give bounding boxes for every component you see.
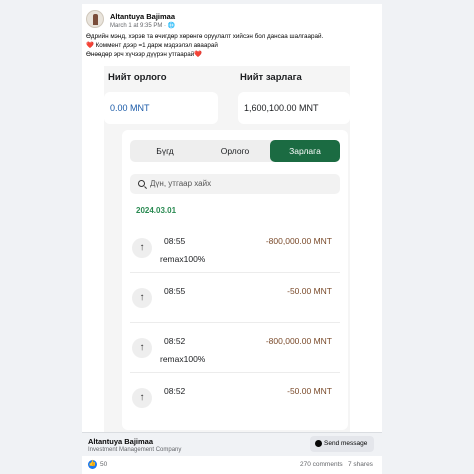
expense-label: Нийт зарлага xyxy=(240,72,302,83)
post-timestamp[interactable]: March 1 at 9:35 PM · 🌐 xyxy=(110,22,175,29)
arrow-up-icon: ↑ xyxy=(132,388,152,408)
tab-expense[interactable]: Зарлага xyxy=(270,140,340,162)
comment-count[interactable]: 270 comments xyxy=(300,461,343,468)
author-avatar[interactable] xyxy=(86,10,104,28)
bank-app-screenshot[interactable]: Нийт орлого Нийт зарлага 0.00 MNT 1,600,… xyxy=(104,66,350,432)
divider xyxy=(130,372,340,373)
transaction-amount: -800,000.00 MNT xyxy=(265,236,332,246)
send-message-label: Send message xyxy=(324,440,368,447)
transaction-note: remax100% xyxy=(160,354,206,364)
share-count[interactable]: 7 shares xyxy=(348,461,373,468)
transaction-row[interactable]: ↑ 08:52 -800,000.00 MNT remax100% xyxy=(130,332,340,382)
like-count[interactable]: 50 xyxy=(100,461,107,468)
filter-tabs: Бүгд Орлого Зарлага xyxy=(130,140,340,162)
page-footer: Altantuya Bajimaa Investment Management … xyxy=(82,432,382,456)
transaction-row[interactable]: ↑ 08:55 -50.00 MNT xyxy=(130,282,340,332)
transaction-time: 08:52 xyxy=(164,386,186,396)
transaction-time: 08:52 xyxy=(164,336,186,346)
arrow-up-icon: ↑ xyxy=(132,238,152,258)
post-caption: Өдрийн мэнд, хэрэв та өчигдөр хөрөнгө ор… xyxy=(86,32,378,59)
transaction-time: 08:55 xyxy=(164,236,186,246)
transaction-row[interactable]: ↑ 08:55 -800,000.00 MNT remax100% xyxy=(130,232,340,282)
tab-all[interactable]: Бүгд xyxy=(130,140,200,162)
search-placeholder: Дүн, утгаар хайх xyxy=(150,179,212,188)
company-name[interactable]: Altantuya Bajimaa xyxy=(88,437,153,446)
transactions-panel: Бүгд Орлого Зарлага Дүн, утгаар хайх 202… xyxy=(122,130,348,430)
date-header: 2024.03.01 xyxy=(136,206,177,215)
facebook-post: Altantuya Bajimaa March 1 at 9:35 PM · 🌐… xyxy=(82,4,382,474)
arrow-up-icon: ↑ xyxy=(132,288,152,308)
income-value: 0.00 MNT xyxy=(104,92,218,124)
transaction-amount: -800,000.00 MNT xyxy=(265,336,332,346)
transaction-row[interactable]: ↑ 08:52 -50.00 MNT xyxy=(130,382,340,430)
divider xyxy=(130,322,340,323)
transaction-amount: -50.00 MNT xyxy=(287,386,332,396)
divider xyxy=(130,272,340,273)
post-header: Altantuya Bajimaa March 1 at 9:35 PM · 🌐 xyxy=(86,8,376,32)
expense-value: 1,600,100.00 MNT xyxy=(238,92,350,124)
transaction-note: remax100% xyxy=(160,254,206,264)
caption-line: Өнөөдөр эрч хүчээр дүүрэн утгаарай❤️ xyxy=(86,51,203,58)
company-subtitle: Investment Management Company xyxy=(88,447,182,453)
send-message-button[interactable]: Send message xyxy=(310,436,374,452)
tab-income[interactable]: Орлого xyxy=(200,140,270,162)
search-input[interactable]: Дүн, утгаар хайх xyxy=(130,174,340,194)
transaction-amount: -50.00 MNT xyxy=(287,286,332,296)
messenger-icon xyxy=(315,440,322,447)
income-label: Нийт орлого xyxy=(108,72,167,83)
transaction-time: 08:55 xyxy=(164,286,186,296)
author-name[interactable]: Altantuya Bajimaa xyxy=(110,12,175,21)
arrow-up-icon: ↑ xyxy=(132,338,152,358)
reaction-bar: 👍 50 270 comments 7 shares xyxy=(82,458,382,472)
caption-line: ❤️ Коммент дээр =1 дарж мэдээлэл аваарай xyxy=(86,42,218,49)
search-icon xyxy=(138,180,145,187)
caption-line: Өдрийн мэнд, хэрэв та өчигдөр хөрөнгө ор… xyxy=(86,33,324,40)
like-icon[interactable]: 👍 xyxy=(88,460,97,469)
